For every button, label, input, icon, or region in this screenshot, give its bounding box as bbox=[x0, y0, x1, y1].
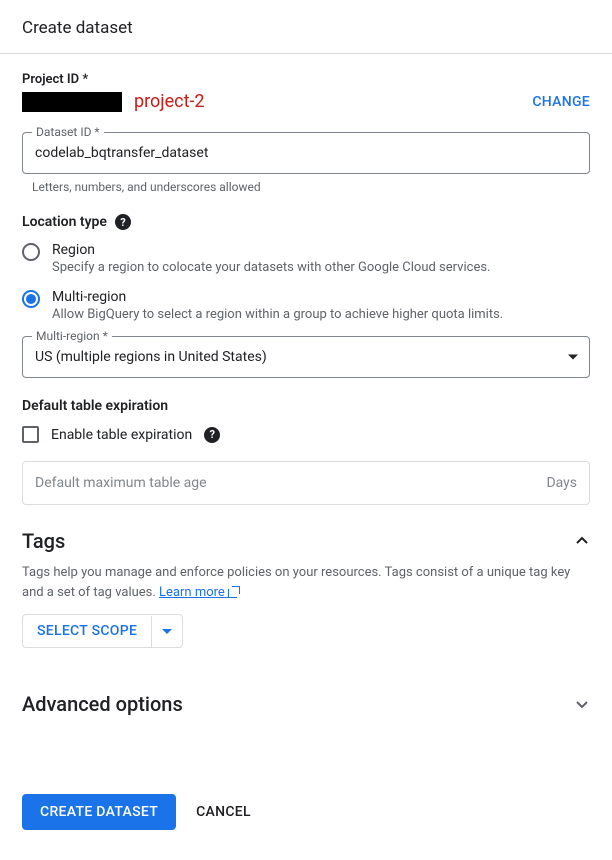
dataset-id-helper: Letters, numbers, and underscores allowe… bbox=[32, 180, 590, 194]
chevron-down-icon bbox=[574, 696, 590, 712]
caret-down-icon bbox=[162, 629, 172, 635]
project-id-label: Project ID * bbox=[22, 72, 590, 87]
tags-description: Tags help you manage and enforce policie… bbox=[22, 563, 590, 602]
radio-multiregion-title: Multi-region bbox=[52, 289, 590, 305]
advanced-options-header[interactable]: Advanced options bbox=[22, 692, 590, 716]
max-table-age-unit: Days bbox=[546, 475, 577, 491]
cancel-button[interactable]: CANCEL bbox=[188, 794, 259, 830]
radio-multiregion-desc: Allow BigQuery to select a region within… bbox=[52, 307, 590, 322]
help-icon[interactable]: ? bbox=[115, 214, 131, 230]
radio-region-title: Region bbox=[52, 242, 590, 258]
change-project-button[interactable]: CHANGE bbox=[532, 94, 590, 110]
select-scope-dropdown[interactable] bbox=[151, 616, 182, 647]
expiration-heading: Default table expiration bbox=[22, 398, 590, 414]
radio-option-multiregion[interactable]: Multi-region Allow BigQuery to select a … bbox=[22, 289, 590, 322]
max-table-age-placeholder: Default maximum table age bbox=[35, 475, 207, 491]
help-icon[interactable]: ? bbox=[204, 427, 220, 443]
multiregion-label: Multi-region * bbox=[32, 329, 112, 343]
create-dataset-button[interactable]: CREATE DATASET bbox=[22, 794, 176, 830]
radio-option-region[interactable]: Region Specify a region to colocate your… bbox=[22, 242, 590, 275]
dialog-header: Create dataset bbox=[0, 0, 612, 54]
radio-region-desc: Specify a region to colocate your datase… bbox=[52, 260, 590, 275]
advanced-options-title: Advanced options bbox=[22, 692, 183, 716]
tags-section-header[interactable]: Tags bbox=[22, 529, 590, 553]
dataset-id-label: Dataset ID * bbox=[32, 125, 104, 139]
external-link-icon bbox=[228, 586, 240, 598]
project-id-redacted bbox=[22, 92, 122, 112]
dialog-title: Create dataset bbox=[22, 18, 590, 38]
expiration-checkbox[interactable] bbox=[22, 426, 39, 443]
learn-more-link[interactable]: Learn more bbox=[159, 585, 240, 600]
multiregion-select-wrap: Multi-region * US (multiple regions in U… bbox=[22, 336, 590, 378]
select-scope-button-group: SELECT SCOPE bbox=[22, 614, 183, 648]
max-table-age-input: Default maximum table age Days bbox=[22, 461, 590, 505]
location-type-label: Location type ? bbox=[22, 214, 590, 230]
chevron-up-icon bbox=[574, 533, 590, 549]
expiration-checkbox-row[interactable]: Enable table expiration ? bbox=[22, 426, 590, 443]
radio-region-input[interactable] bbox=[22, 243, 40, 261]
dialog-footer: CREATE DATASET CANCEL bbox=[0, 794, 612, 852]
project-id-section: Project ID * project-2 CHANGE bbox=[22, 72, 590, 112]
tags-title: Tags bbox=[22, 529, 65, 553]
radio-multiregion-input[interactable] bbox=[22, 290, 40, 308]
dataset-id-input[interactable] bbox=[22, 132, 590, 174]
project-name: project-2 bbox=[134, 91, 205, 112]
select-scope-button[interactable]: SELECT SCOPE bbox=[23, 615, 151, 647]
dataset-id-field: Dataset ID * bbox=[22, 132, 590, 174]
expiration-checkbox-label: Enable table expiration bbox=[51, 427, 192, 443]
